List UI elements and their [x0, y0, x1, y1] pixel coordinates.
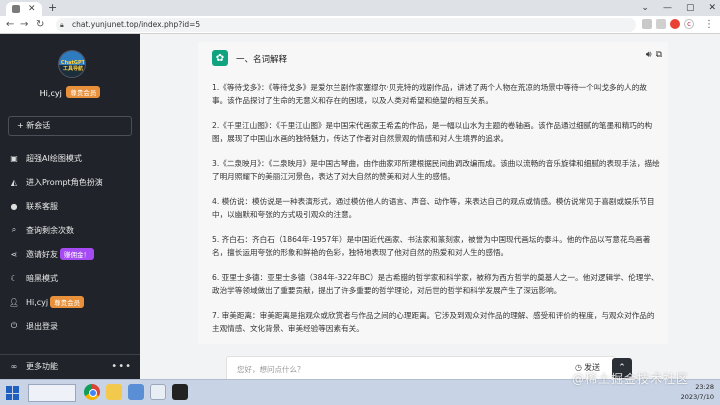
watermark: @稀土掘金技术社区	[572, 372, 690, 386]
member-badge: 尊贵会员	[50, 296, 85, 308]
sidebar-item-ai-drawing[interactable]: ▣ 超强AI绘图模式	[0, 146, 140, 170]
sidebar-item-user[interactable]: 👤︎ Hi,cyj 尊贵会员	[0, 290, 140, 314]
sidebar-divider	[0, 354, 140, 355]
link-icon: ∞	[10, 361, 18, 371]
back-arrow-icon[interactable]: ←	[6, 16, 14, 34]
taskbar-search[interactable]	[28, 384, 76, 402]
new-chat-button[interactable]: + 新会话	[8, 116, 132, 136]
chat-main: ✿ 一、名词解释 🔊︎ ⧉ 1.《等待戈多》：《等待戈多》是爱尔兰剧作家塞缪尔·…	[140, 34, 720, 382]
moon-icon: ☾	[10, 273, 18, 283]
share-icon: ⋖	[10, 249, 18, 259]
message-input[interactable]	[227, 357, 527, 382]
sidebar-item-prompt-roleplay[interactable]: ◭ 进入Prompt角色扮演	[0, 170, 140, 194]
paragraph: 5. 齐白石：齐白石（1864年-1957年）是中国近代画家、书法家和篆刻家，被…	[212, 235, 651, 257]
power-icon: ⏻	[10, 321, 18, 330]
more-dots-icon[interactable]: •••	[111, 361, 132, 372]
user-icon: 👤︎	[8, 297, 20, 307]
paragraph: 1.《等待戈多》：《等待戈多》是爱尔兰剧作家塞缪尔·贝克特的戏剧作品，讲述了两个…	[212, 83, 647, 105]
windows-start-icon[interactable]	[6, 386, 20, 400]
chevron-down-icon[interactable]: ⌄	[641, 0, 649, 16]
url-field[interactable]: 🔒︎ chat.yunjunet.top/index.php?id=5	[56, 18, 636, 32]
clock-date: 2023/7/10	[680, 393, 714, 401]
browser-tab-strip: ✕ + ⌄ — ▢ ✕	[0, 0, 720, 16]
paragraph: 4. 模仿说：模仿说是一种表演形式，通过模仿他人的语言、声音、动作等，来表达自己…	[212, 197, 655, 219]
profile-avatar[interactable]: c	[684, 19, 694, 29]
chat-bubbles-icon: ●	[10, 201, 18, 211]
paragraph: 2.《千里江山图》：《千里江山图》是中国宋代画家王希孟的作品，是一幅以山水为主题…	[212, 121, 653, 143]
bookmark-star-icon[interactable]	[656, 19, 666, 29]
message-tools: 🔊︎ ⧉	[646, 50, 662, 60]
paragraph: 6. 亚里士多德：亚里士多德（384年-322年BC）是古希腊的哲学家和科学家，…	[212, 273, 659, 295]
image-icon: ▣	[10, 153, 18, 163]
sidebar-item-invite[interactable]: ⋖ 邀请好友 赚佣金！	[0, 242, 140, 266]
browser-menu-icon[interactable]: ⋮	[704, 16, 714, 34]
message-body: 1.《等待戈多》：《等待戈多》是爱尔兰剧作家塞缪尔·贝克特的戏剧作品，讲述了两个…	[212, 82, 660, 344]
sidebar-item-dark-mode[interactable]: ☾ 暗黑模式	[0, 266, 140, 290]
user-name: Hi,cyj	[39, 89, 62, 98]
maximize-icon[interactable]: ▢	[686, 0, 695, 16]
file-explorer-icon[interactable]	[106, 384, 122, 400]
paragraph: 3.《二泉映月》：《二泉映月》是中国古琴曲，由作曲家邓所建根据民间曲调改编而成。…	[212, 159, 660, 181]
sidebar-item-support[interactable]: ● 联系客服	[0, 194, 140, 218]
lock-icon: 🔒︎	[60, 21, 64, 29]
avatar: ChatGPT 工具导航	[58, 50, 86, 78]
forward-arrow-icon[interactable]: →	[20, 16, 28, 34]
reload-icon[interactable]: ↻	[36, 16, 44, 34]
browser-tab[interactable]: ✕	[6, 2, 42, 16]
copy-icon[interactable]: ⧉	[656, 50, 662, 60]
window-controls: ⌄ — ▢ ✕	[641, 0, 716, 16]
share-page-icon[interactable]	[642, 19, 652, 29]
extension-icon[interactable]	[670, 19, 680, 29]
speaker-icon[interactable]: 🔊︎	[646, 50, 652, 60]
paragraph: 7. 审美距离：审美距离是指观众或欣赏者与作品之间的心理距离。它涉及到观众对作品…	[212, 311, 655, 333]
sidebar-item-logout[interactable]: ⏻ 退出登录	[0, 314, 140, 338]
sidebar: ChatGPT 工具导航 Hi,cyj 尊贵会员 + 新会话 ▣ 超强AI绘图模…	[0, 34, 140, 379]
openai-logo-icon: ✿	[212, 50, 228, 66]
close-icon[interactable]: ✕	[708, 0, 716, 16]
app-icon[interactable]	[128, 384, 144, 400]
graduation-cap-icon: ◭	[10, 177, 18, 187]
assistant-message: ✿ 一、名词解释 🔊︎ ⧉ 1.《等待戈多》：《等待戈多》是爱尔兰剧作家塞缪尔·…	[198, 42, 668, 344]
member-badge: 尊贵会员	[66, 86, 101, 98]
commission-badge: 赚佣金！	[60, 248, 94, 260]
minimize-icon[interactable]: —	[663, 0, 672, 16]
tab-close-icon[interactable]: ✕	[28, 2, 36, 16]
sidebar-menu: ▣ 超强AI绘图模式 ◭ 进入Prompt角色扮演 ● 联系客服 ⌕ 查询剩余次…	[0, 146, 140, 338]
app-icon[interactable]	[150, 384, 166, 400]
search-icon: ⌕	[11, 225, 17, 234]
tab-favicon-icon	[12, 5, 20, 13]
new-tab-icon[interactable]: +	[48, 1, 57, 15]
url-text: chat.yunjunet.top/index.php?id=5	[72, 20, 201, 29]
address-bar: ← → ↻ 🔒︎ chat.yunjunet.top/index.php?id=…	[0, 16, 720, 34]
more-features-button[interactable]: ∞ 更多功能 •••	[8, 356, 132, 376]
message-title: 一、名词解释	[236, 55, 288, 65]
chrome-icon[interactable]	[84, 384, 100, 400]
user-info: Hi,cyj 尊贵会员	[0, 86, 140, 98]
avatar-logo-text: ChatGPT 工具导航	[60, 60, 86, 72]
sidebar-item-remaining[interactable]: ⌕ 查询剩余次数	[0, 218, 140, 242]
terminal-icon[interactable]	[172, 384, 188, 400]
